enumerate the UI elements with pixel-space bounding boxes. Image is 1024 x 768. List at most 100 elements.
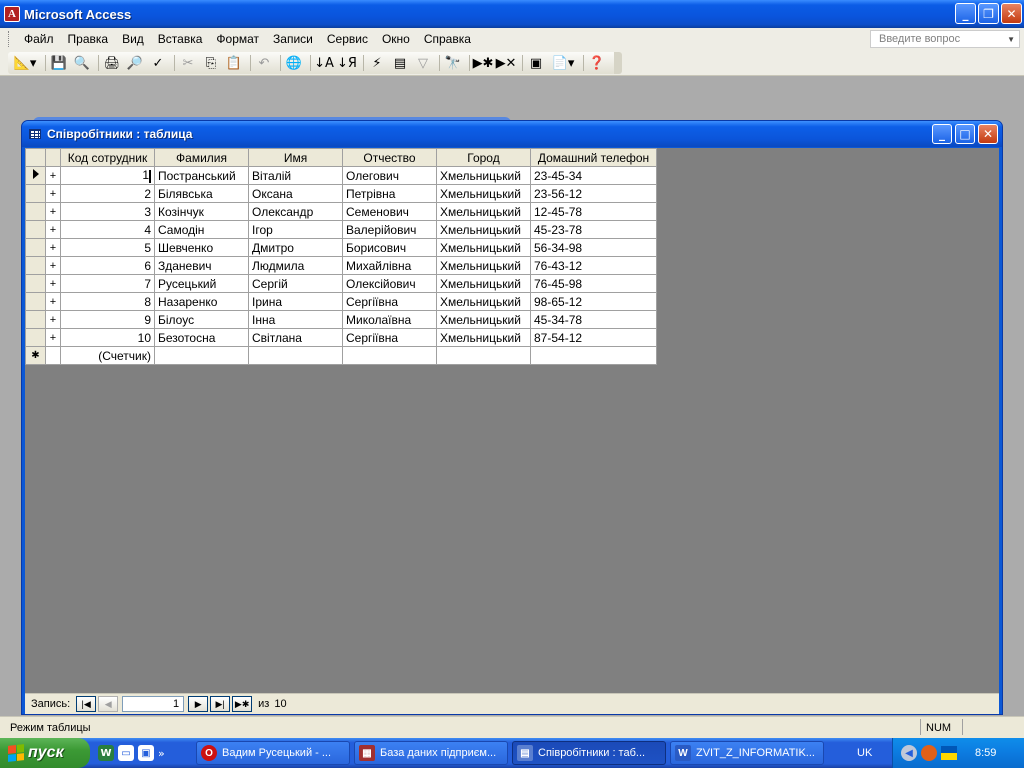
cell-surname[interactable]: Білявська <box>154 184 249 203</box>
table-row[interactable]: + 10 Безотосна Світлана Сергіївна Хмельн… <box>25 328 657 347</box>
cell-phone[interactable]: 76-45-98 <box>530 274 657 293</box>
table-row[interactable]: + 9 Білоус Інна Миколаївна Хмельницький … <box>25 310 657 329</box>
table-row[interactable]: + 6 Зданевич Людмила Михайлівна Хмельниц… <box>25 256 657 275</box>
print-icon[interactable]: 🖨 <box>102 53 122 73</box>
cell-patronymic[interactable]: Семенович <box>342 202 437 221</box>
cell-name[interactable]: Оксана <box>248 184 343 203</box>
cell-surname[interactable]: Русецький <box>154 274 249 293</box>
hyperlink-icon[interactable]: 🌐 <box>284 53 304 73</box>
cell-patronymic-new[interactable] <box>342 346 437 365</box>
cell-city[interactable]: Хмельницький <box>436 238 531 257</box>
column-header-patronymic[interactable]: Отчество <box>342 148 437 167</box>
design-view-icon[interactable]: 📐▾ <box>11 53 39 73</box>
ask-question-box[interactable]: Введите вопрос ▼ <box>870 30 1020 48</box>
select-all-corner[interactable] <box>25 148 46 167</box>
ukraine-flag-icon[interactable] <box>941 746 957 760</box>
filter-by-form-icon[interactable]: ▤ <box>390 53 410 73</box>
taskbar-button-database[interactable]: ▦ База даних підприєм... <box>354 741 508 765</box>
current-record-input[interactable]: 1 <box>122 696 185 712</box>
window-switch-icon[interactable]: ▣ <box>138 745 154 761</box>
cell-id[interactable]: 3 <box>60 202 155 221</box>
last-record-button[interactable]: ▶| <box>210 696 231 712</box>
next-record-button[interactable]: ▶ <box>188 696 209 712</box>
cell-name[interactable]: Інна <box>248 310 343 329</box>
cell-patronymic[interactable]: Миколаївна <box>342 310 437 329</box>
cell-city[interactable]: Хмельницький <box>436 184 531 203</box>
record-selector[interactable] <box>25 328 46 347</box>
apply-filter-icon[interactable]: ▽ <box>413 53 433 73</box>
cell-city[interactable]: Хмельницький <box>436 166 531 185</box>
cell-id[interactable]: 2 <box>60 184 155 203</box>
cell-patronymic[interactable]: Сергіївна <box>342 328 437 347</box>
delete-record-icon[interactable]: ▶✕ <box>496 53 517 73</box>
expand-subdatasheet[interactable]: + <box>45 292 61 311</box>
show-desktop-icon[interactable]: ▭ <box>118 745 134 761</box>
cell-phone[interactable]: 45-34-78 <box>530 310 657 329</box>
expand-subdatasheet[interactable]: + <box>45 220 61 239</box>
cell-name[interactable]: Ігор <box>248 220 343 239</box>
table-row[interactable]: + 1 Постранський Віталій Олегович Хмельн… <box>25 166 657 185</box>
menu-window[interactable]: Окно <box>375 32 417 46</box>
cell-surname[interactable]: Постранський <box>154 166 249 185</box>
menu-grip[interactable] <box>8 31 11 47</box>
restore-button[interactable]: ❐ <box>978 3 999 24</box>
file-search-icon[interactable]: 🔍 <box>72 53 92 73</box>
record-selector[interactable] <box>25 310 46 329</box>
menu-records[interactable]: Записи <box>266 32 320 46</box>
cell-city[interactable]: Хмельницький <box>436 202 531 221</box>
cell-id[interactable]: 1 <box>60 166 155 185</box>
expand-subdatasheet[interactable]: + <box>45 328 61 347</box>
copy-icon[interactable]: ⎘ <box>201 53 221 73</box>
menu-insert[interactable]: Вставка <box>151 32 210 46</box>
new-record-row[interactable]: ✱ (Счетчик) <box>25 346 657 365</box>
menu-tools[interactable]: Сервис <box>320 32 375 46</box>
table-minimize-button[interactable]: _ <box>932 124 952 144</box>
app-titlebar[interactable]: A Microsoft Access _ ❐ ✕ <box>0 0 1024 28</box>
table-maximize-button[interactable]: □ <box>955 124 975 144</box>
table-window-titlebar[interactable]: Співробітники : таблица _ □ ✕ <box>22 121 1002 147</box>
cell-patronymic[interactable]: Валерійович <box>342 220 437 239</box>
cell-id-autonumber[interactable]: (Счетчик) <box>60 346 155 365</box>
cell-name[interactable]: Віталій <box>248 166 343 185</box>
taskbar-button-table[interactable]: ▤ Співробітники : таб... <box>512 741 666 765</box>
cell-surname-new[interactable] <box>154 346 249 365</box>
cell-name[interactable]: Олександр <box>248 202 343 221</box>
help-icon[interactable]: ❓ <box>587 53 607 73</box>
cell-id[interactable]: 8 <box>60 292 155 311</box>
sort-descending-icon[interactable]: ↓Я <box>337 53 357 73</box>
column-header-city[interactable]: Город <box>436 148 531 167</box>
save-icon[interactable]: 💾 <box>49 53 69 73</box>
record-selector[interactable] <box>25 202 46 221</box>
cell-phone[interactable]: 12-45-78 <box>530 202 657 221</box>
table-row[interactable]: + 8 Назаренко Ірина Сергіївна Хмельницьк… <box>25 292 657 311</box>
previous-record-button[interactable]: ◀ <box>98 696 119 712</box>
cell-city[interactable]: Хмельницький <box>436 328 531 347</box>
close-button[interactable]: ✕ <box>1001 3 1022 24</box>
table-row[interactable]: + 7 Русецький Сергій Олексійович Хмельни… <box>25 274 657 293</box>
record-selector[interactable] <box>25 220 46 239</box>
find-icon[interactable]: 🔭 <box>443 53 463 73</box>
cell-patronymic[interactable]: Борисович <box>342 238 437 257</box>
paste-icon[interactable]: 📋 <box>224 53 244 73</box>
cell-city[interactable]: Хмельницький <box>436 274 531 293</box>
cell-surname[interactable]: Самодін <box>154 220 249 239</box>
cell-surname[interactable]: Шевченко <box>154 238 249 257</box>
cell-phone-new[interactable] <box>530 346 657 365</box>
cell-id[interactable]: 6 <box>60 256 155 275</box>
cell-phone[interactable]: 23-56-12 <box>530 184 657 203</box>
taskbar-button-word[interactable]: W ZVIT_Z_INFORMATIK... <box>670 741 824 765</box>
table-icon[interactable] <box>29 129 41 139</box>
new-record-icon[interactable]: ▶✱ <box>473 53 494 73</box>
new-object-icon[interactable]: 📄▾ <box>549 53 577 73</box>
menu-file[interactable]: Файл <box>17 32 61 46</box>
chevron-down-icon[interactable]: ▼ <box>1007 35 1019 44</box>
expand-subdatasheet[interactable]: + <box>45 184 61 203</box>
clock[interactable]: 8:59 <box>975 747 996 759</box>
start-button[interactable]: пуск <box>0 738 90 768</box>
menu-view[interactable]: Вид <box>115 32 151 46</box>
expand-subdatasheet[interactable]: + <box>45 166 61 185</box>
column-header-phone[interactable]: Домашний телефон <box>530 148 657 167</box>
record-selector[interactable] <box>25 292 46 311</box>
cut-icon[interactable]: ✂ <box>178 53 198 73</box>
cell-city-new[interactable] <box>436 346 531 365</box>
